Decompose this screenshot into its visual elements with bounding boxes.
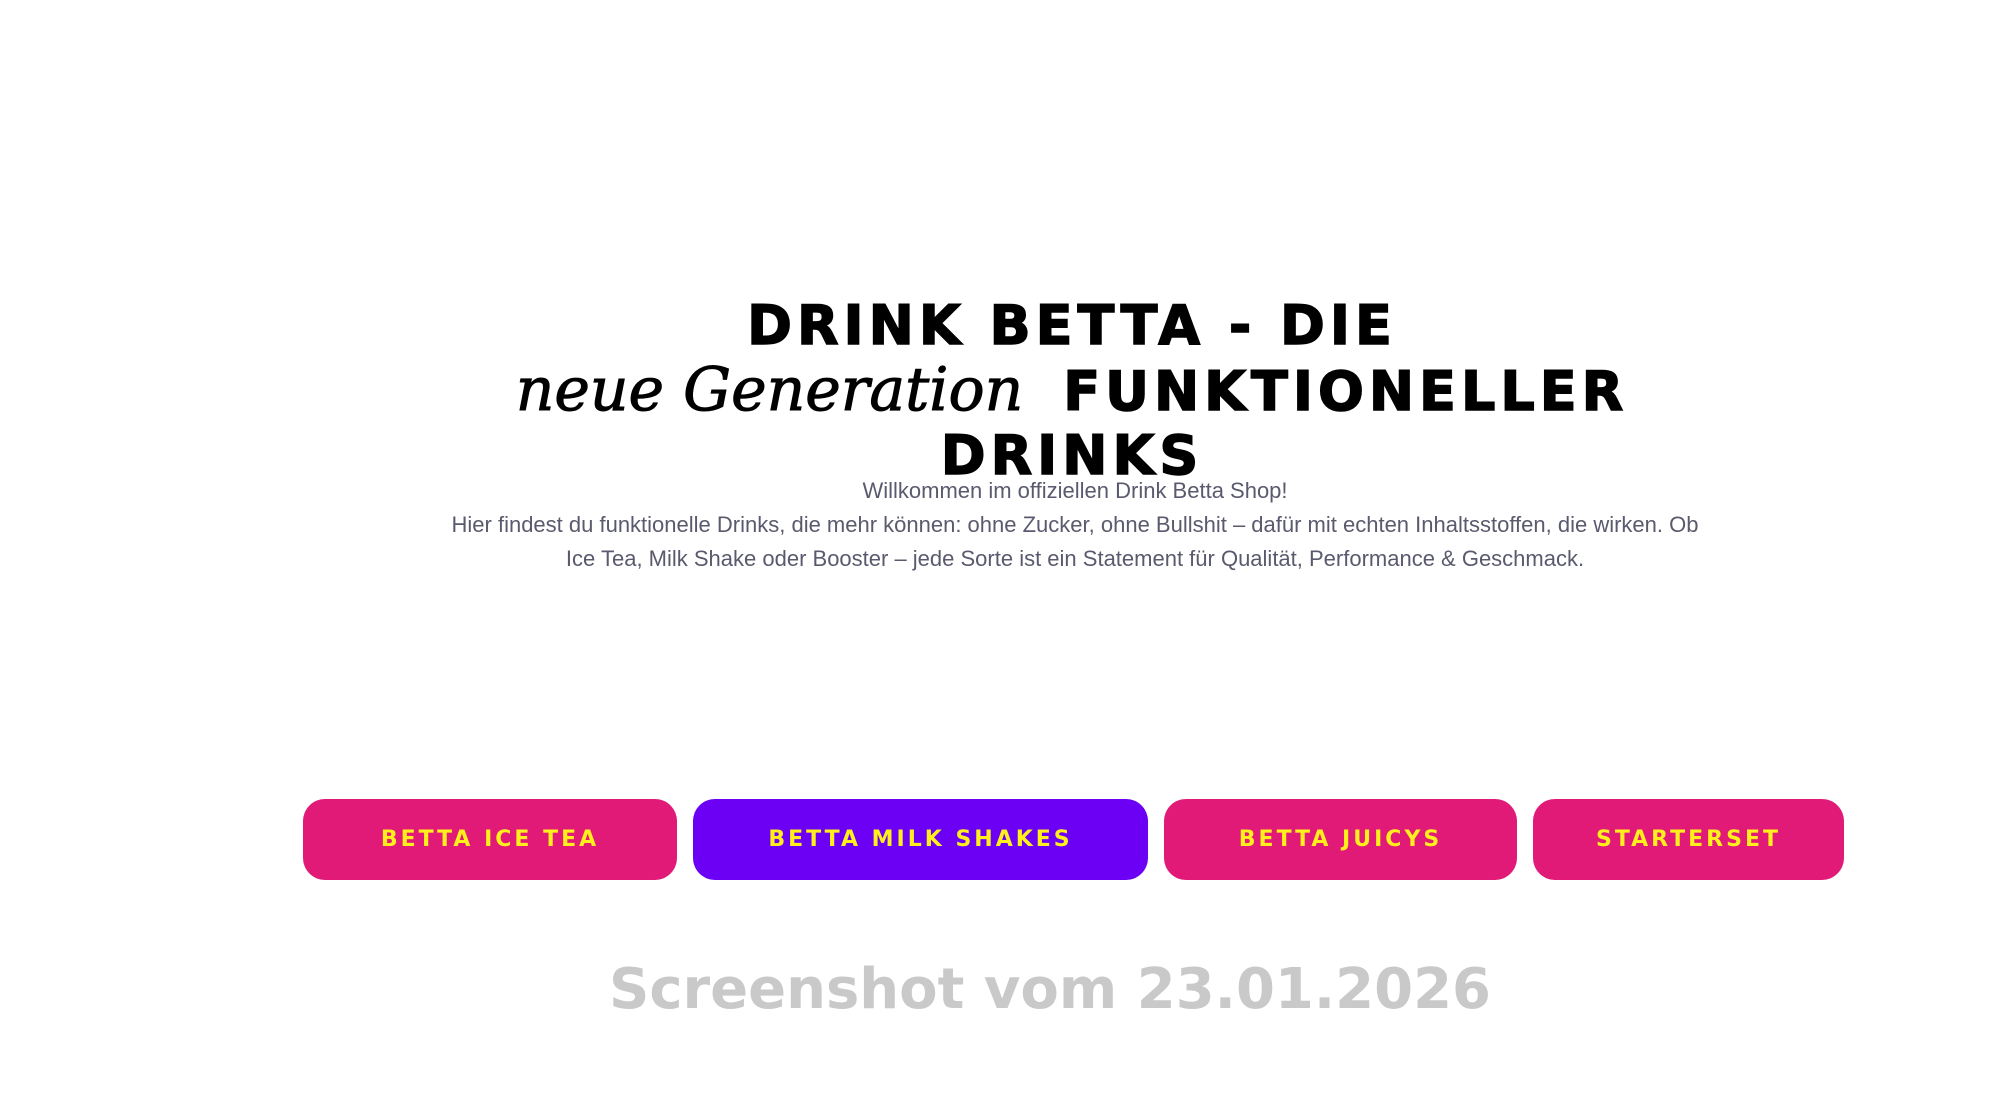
intro-paragraph: Hier findest du funktionelle Drinks, die… <box>451 512 1699 571</box>
hero-title-line-1: DRINK BETTA - DIE <box>746 293 1397 358</box>
category-button-ice-tea[interactable]: BETTA ICE TEA <box>303 799 677 880</box>
category-button-starterset[interactable]: STARTERSET <box>1533 799 1844 880</box>
screenshot-date-watermark: Screenshot vom 23.01.2026 <box>609 957 1491 1022</box>
category-button-juicys[interactable]: BETTA JUICYS <box>1164 799 1517 880</box>
intro-text: Willkommen im offiziellen Drink Betta Sh… <box>440 474 1710 576</box>
hero-title-script: neue Generation <box>515 355 1024 426</box>
hero-title-line-2: neue Generation FUNKTIONELLER <box>0 358 2000 424</box>
hero-title-line-2-text: FUNKTIONELLER <box>1063 359 1629 424</box>
intro-welcome: Willkommen im offiziellen Drink Betta Sh… <box>862 478 1288 503</box>
category-button-milk-shakes[interactable]: BETTA MILK SHAKES <box>693 799 1148 880</box>
hero-title: DRINK BETTA - DIE neue Generation FUNKTIO… <box>0 293 2000 488</box>
